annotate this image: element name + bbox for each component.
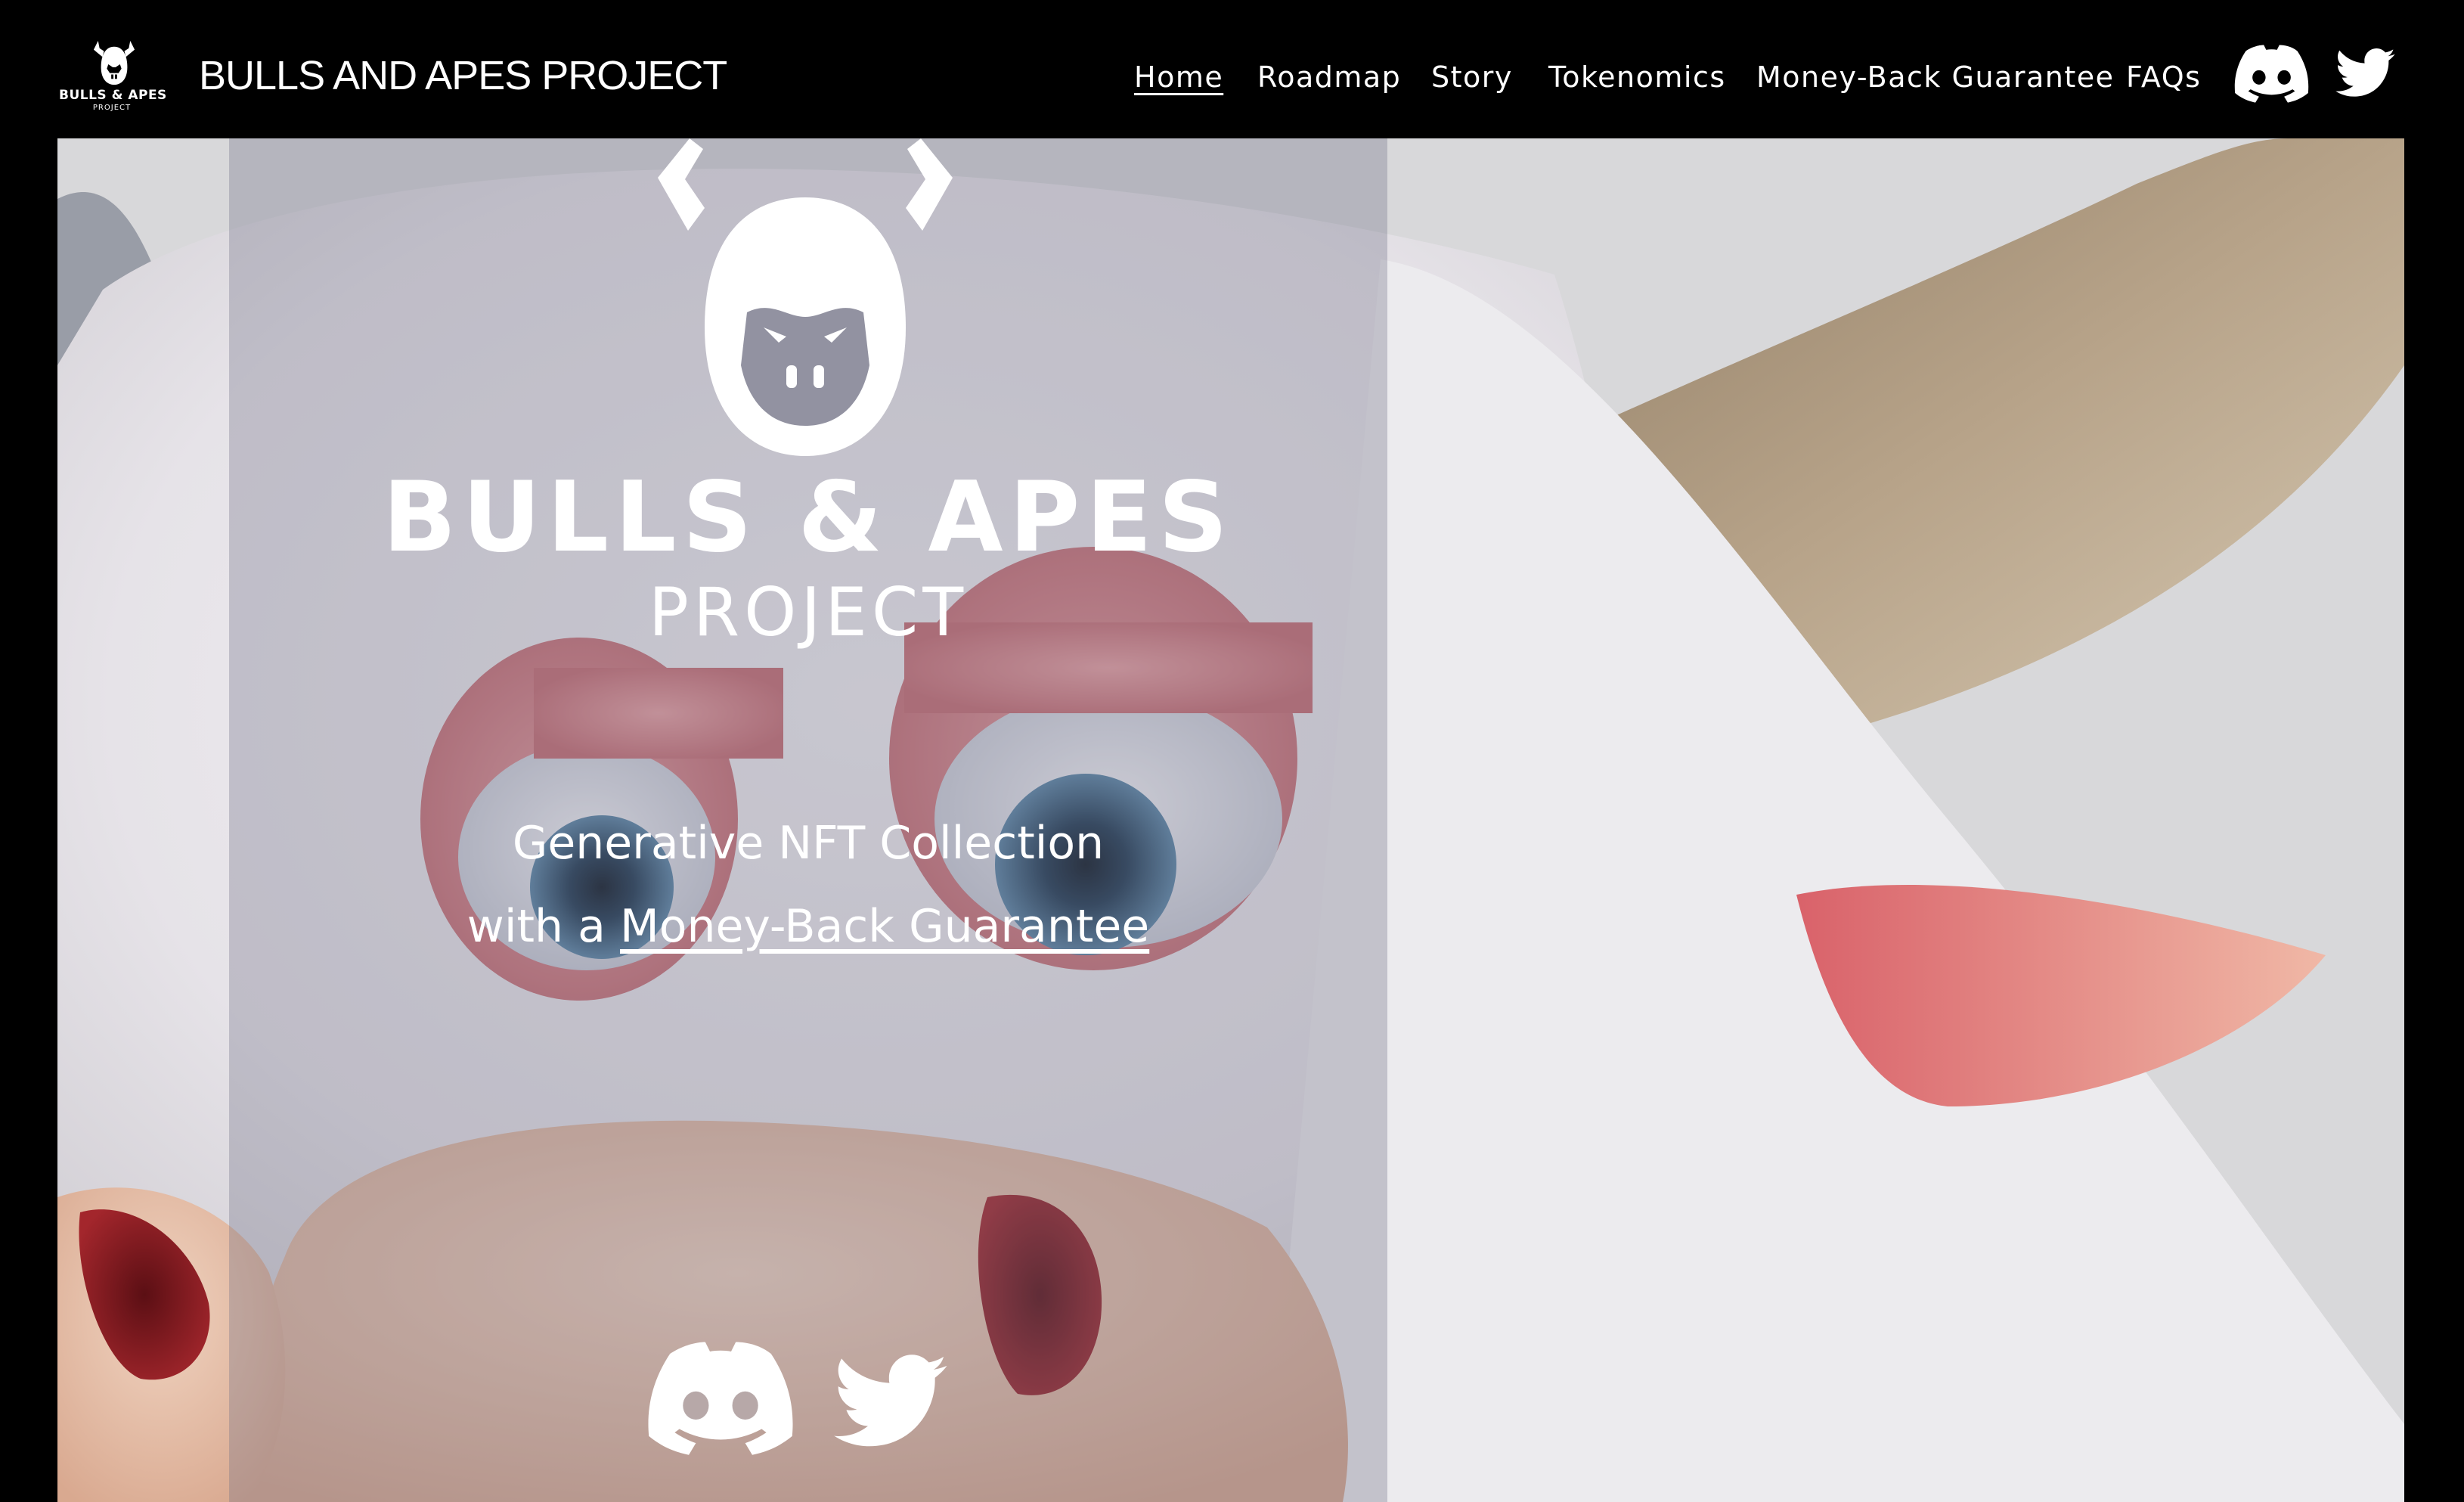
nav-tokenomics[interactable]: Tokenomics [1548, 54, 1726, 100]
bull-ape-logo-icon [658, 138, 953, 456]
nav-home[interactable]: Home [1134, 54, 1223, 100]
hero-tagline: Generative NFT Collection [512, 817, 1105, 870]
money-back-guarantee-link[interactable]: Money-Back Guarantee [620, 900, 1149, 953]
tagline-prefix: with a [466, 900, 606, 953]
site-logo[interactable]: BULLS & APES PROJECT [59, 39, 167, 116]
logo-subtitle: PROJECT [92, 104, 132, 112]
nav-faqs[interactable]: FAQs [2126, 54, 2201, 100]
logo-wordmark: BULLS & APES [59, 88, 167, 103]
site-header: BULLS & APES PROJECT BULLS AND APES PROJ… [0, 0, 2464, 138]
nav-story[interactable]: Story [1431, 54, 1513, 100]
brand-subtitle: PROJECT [648, 573, 969, 651]
site-title[interactable]: BULLS AND APES PROJECT [199, 48, 727, 103]
twitter-icon[interactable] [2335, 47, 2396, 100]
discord-icon[interactable] [644, 1337, 797, 1455]
discord-icon[interactable] [2233, 42, 2311, 103]
brand-wordmark: BULLS & APES [382, 461, 1235, 574]
nav-roadmap[interactable]: Roadmap [1257, 54, 1401, 100]
hero-tagline-second-line: with a Money-Back Guarantee [229, 896, 1387, 957]
nav-money-back-guarantee[interactable]: Money-Back Guarantee [1756, 54, 2114, 100]
twitter-icon[interactable] [834, 1354, 949, 1451]
bull-ape-logo-icon [93, 41, 135, 85]
